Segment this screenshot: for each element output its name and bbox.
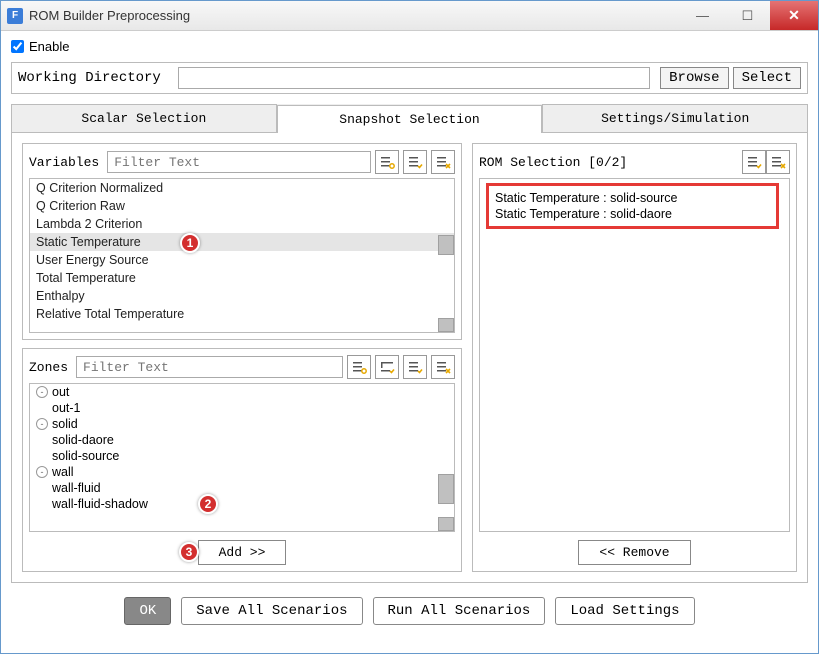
list-item[interactable]: Static Temperature (30, 233, 454, 251)
variables-deselect-all-icon[interactable] (431, 150, 455, 174)
variables-select-highlighted-icon[interactable] (375, 150, 399, 174)
enable-checkbox[interactable] (11, 40, 24, 53)
tab-scalar-selection[interactable]: Scalar Selection (11, 104, 277, 132)
list-item[interactable]: Static Temperature : solid-source (495, 190, 770, 206)
rom-deselect-all-icon[interactable] (766, 150, 790, 174)
rom-select-all-icon[interactable] (742, 150, 766, 174)
list-item[interactable]: Q Criterion Raw (30, 197, 454, 215)
collapse-icon[interactable]: - (36, 418, 48, 430)
zones-filter-mode-icon[interactable] (375, 355, 399, 379)
enable-label: Enable (29, 39, 69, 54)
tab-snapshot-selection[interactable]: Snapshot Selection (277, 105, 543, 133)
titlebar: F ROM Builder Preprocessing — ☐ ✕ (1, 1, 818, 31)
zones-select-highlighted-icon[interactable] (347, 355, 371, 379)
tree-item[interactable]: solid-source (30, 448, 454, 464)
tree-item[interactable]: out-1 (30, 400, 454, 416)
browse-button[interactable]: Browse (660, 67, 728, 89)
zones-group: Zones -out out-1 -solid solid-daore soli… (22, 348, 462, 572)
annotation-2: 2 (198, 494, 218, 514)
collapse-icon[interactable]: - (36, 466, 48, 478)
variables-label: Variables (29, 155, 99, 170)
rom-selection-label: ROM Selection [0/2] (479, 155, 738, 170)
load-settings-button[interactable]: Load Settings (555, 597, 694, 625)
collapse-icon[interactable]: - (36, 386, 48, 398)
maximize-button[interactable]: ☐ (725, 1, 770, 30)
scrollbar-down[interactable] (438, 318, 454, 332)
zones-tree[interactable]: -out out-1 -solid solid-daore solid-sour… (29, 383, 455, 532)
snapshot-panel: Variables Q Criterion Normalized Q Crite… (11, 133, 808, 583)
zones-deselect-all-icon[interactable] (431, 355, 455, 379)
minimize-button[interactable]: — (680, 1, 725, 30)
save-all-scenarios-button[interactable]: Save All Scenarios (181, 597, 362, 625)
working-directory-row: Working Directory Browse Select (11, 62, 808, 94)
variables-select-all-icon[interactable] (403, 150, 427, 174)
rom-highlight-box: Static Temperature : solid-source Static… (486, 183, 779, 229)
list-item[interactable]: Relative Total Temperature (30, 305, 454, 323)
zones-filter-input[interactable] (76, 356, 343, 378)
list-item[interactable]: User Energy Source (30, 251, 454, 269)
add-button[interactable]: Add >> (198, 540, 287, 565)
zones-label: Zones (29, 360, 68, 375)
variables-filter-input[interactable] (107, 151, 371, 173)
remove-button[interactable]: << Remove (578, 540, 690, 565)
annotation-3: 3 (179, 542, 199, 562)
annotation-1: 1 (180, 233, 200, 253)
working-directory-label: Working Directory (18, 70, 178, 86)
dialog-window: F ROM Builder Preprocessing — ☐ ✕ Enable… (0, 0, 819, 654)
tree-item[interactable]: solid-daore (30, 432, 454, 448)
footer: OK Save All Scenarios Run All Scenarios … (11, 583, 808, 639)
tab-settings-simulation[interactable]: Settings/Simulation (542, 104, 808, 132)
zones-select-all-icon[interactable] (403, 355, 427, 379)
variables-list[interactable]: Q Criterion Normalized Q Criterion Raw L… (29, 178, 455, 333)
tree-item[interactable]: -wall (30, 464, 454, 480)
tree-item[interactable]: wall-fluid-shadow (30, 496, 454, 512)
tree-item[interactable]: -out (30, 384, 454, 400)
list-item[interactable]: Lambda 2 Criterion (30, 215, 454, 233)
ok-button[interactable]: OK (124, 597, 171, 625)
scrollbar-thumb[interactable] (438, 235, 454, 255)
list-item[interactable]: Static Temperature : solid-daore (495, 206, 770, 222)
scrollbar-thumb[interactable] (438, 474, 454, 504)
tree-item[interactable]: wall-fluid (30, 480, 454, 496)
list-item[interactable]: Q Criterion Normalized (30, 179, 454, 197)
variables-group: Variables Q Criterion Normalized Q Crite… (22, 143, 462, 340)
scrollbar-down[interactable] (438, 517, 454, 531)
select-button[interactable]: Select (733, 67, 801, 89)
app-icon: F (7, 8, 23, 24)
tree-item[interactable]: -solid (30, 416, 454, 432)
run-all-scenarios-button[interactable]: Run All Scenarios (373, 597, 546, 625)
rom-selection-group: ROM Selection [0/2] Static Temperature :… (472, 143, 797, 572)
tab-bar: Scalar Selection Snapshot Selection Sett… (11, 104, 808, 133)
list-item[interactable]: Enthalpy (30, 287, 454, 305)
rom-selection-list[interactable]: Static Temperature : solid-source Static… (479, 178, 790, 532)
close-button[interactable]: ✕ (770, 1, 818, 30)
working-directory-input[interactable] (178, 67, 650, 89)
list-item[interactable]: Total Temperature (30, 269, 454, 287)
window-title: ROM Builder Preprocessing (29, 8, 680, 23)
